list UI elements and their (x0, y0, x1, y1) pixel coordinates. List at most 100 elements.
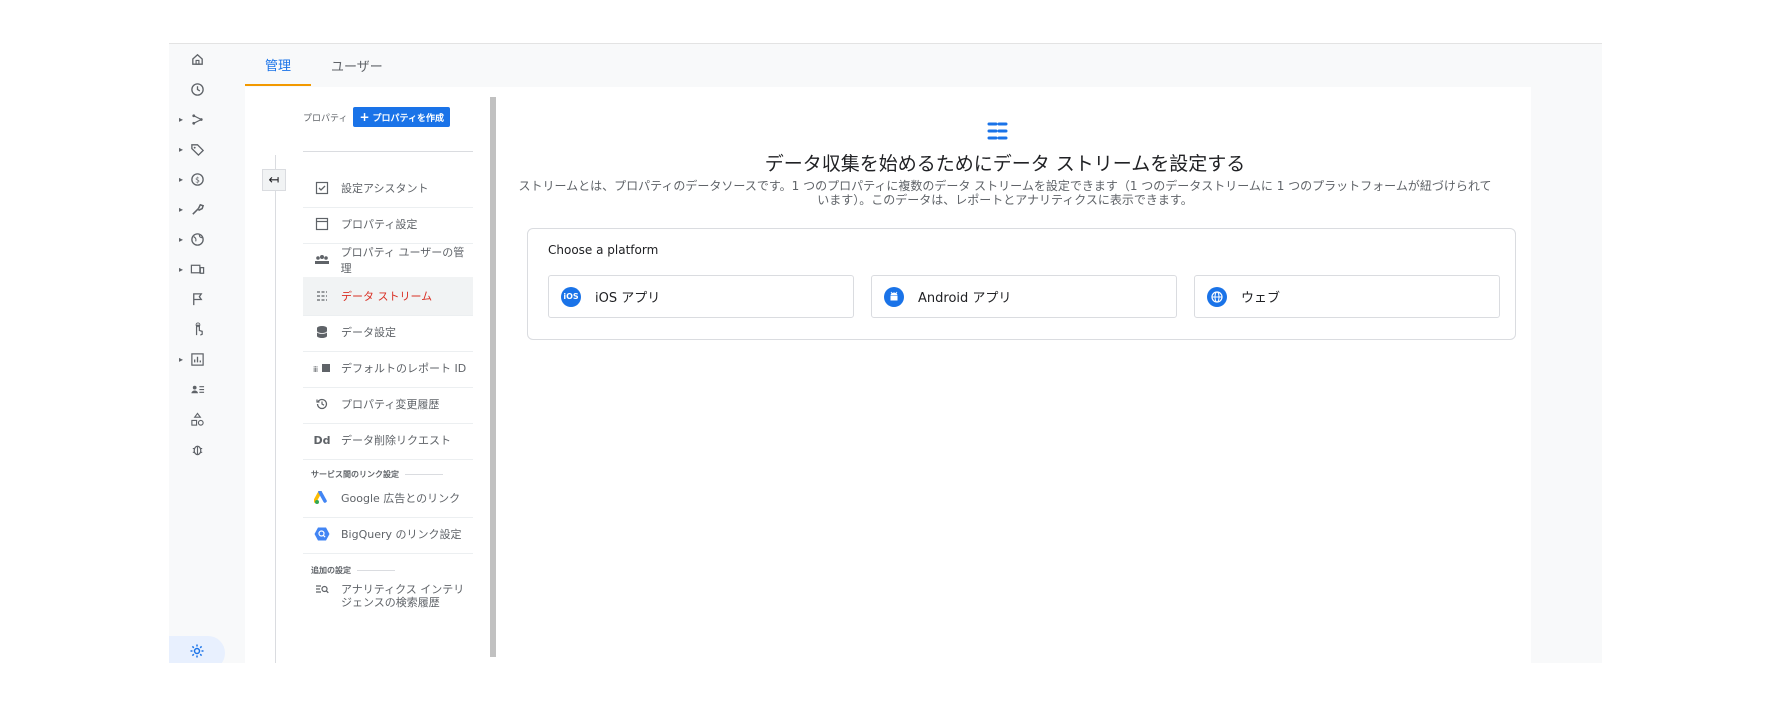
collapse-back-button[interactable]: ↤ (262, 169, 286, 191)
rail-flag[interactable] (169, 284, 245, 314)
rail-tag[interactable]: ▸ (169, 134, 245, 164)
checklist-icon (311, 181, 333, 195)
nav-item-label: Google 広告とのリンク (341, 492, 461, 505)
rail-devices[interactable]: ▸ (169, 254, 245, 284)
nav-item-label: データ ストリーム (341, 290, 433, 303)
web-button[interactable]: ウェブ (1194, 275, 1500, 318)
caret-right-icon: ▸ (179, 114, 184, 124)
nav-item-label: アナリティクス インテリジェンスの検索履歴 (341, 583, 465, 609)
caret-right-icon: ▸ (179, 264, 184, 274)
android-icon (884, 286, 904, 307)
nav-item-analytics-intelligence[interactable]: アナリティクス インテリジェンスの検索履歴 (303, 579, 473, 618)
wrench-icon (188, 200, 206, 218)
section-title-extra: 追加の設定 (311, 565, 395, 576)
rail-report[interactable]: ▸ (169, 344, 245, 374)
nav-item-label: プロパティ変更履歴 (341, 398, 440, 411)
rail-debug[interactable] (169, 434, 245, 464)
property-settings-icon (311, 217, 333, 231)
platform-label: iOS アプリ (595, 291, 661, 306)
nav-item-setup-assistant[interactable]: 設定アシスタント (303, 169, 473, 208)
ios-icon: iOS (561, 286, 581, 307)
create-property-label: プロパティを作成 (372, 113, 444, 124)
shapes-icon (188, 410, 206, 428)
nav-item-label: BigQuery のリンク設定 (341, 528, 462, 541)
web-globe-icon (1207, 286, 1227, 307)
nav-item-change-history[interactable]: プロパティ変更履歴 (303, 385, 473, 424)
section-title-text: 追加の設定 (311, 566, 351, 575)
caret-right-icon: ▸ (179, 354, 184, 364)
nav-scrollbar[interactable] (490, 97, 496, 657)
audience-icon (188, 380, 206, 398)
rail-realtime[interactable] (169, 74, 245, 104)
database-icon (311, 325, 333, 339)
touch-icon (188, 320, 206, 338)
data-streams-panel: データ収集を始めるためにデータ ストリームを設定する ストリームとは、プロパティ… (507, 87, 1531, 663)
devices-icon (188, 260, 206, 278)
nav-divider (303, 151, 473, 152)
clock-icon (188, 80, 206, 98)
ios-app-button[interactable]: iOS iOS アプリ (548, 275, 854, 318)
nav-item-bigquery-link[interactable]: BigQuery のリンク設定 (303, 515, 473, 554)
platform-label: ウェブ (1241, 291, 1281, 306)
data-deletion-icon: Dd (313, 433, 331, 447)
page-title: データ収集を始めるためにデータ ストリームを設定する (764, 153, 1246, 175)
nav-item-label: データ削除リクエスト (341, 434, 451, 447)
property-label: プロパティ (303, 113, 348, 124)
report-icon (188, 350, 206, 368)
rail-home[interactable] (169, 44, 245, 74)
rail-globe[interactable]: ▸ (169, 224, 245, 254)
tab-admin[interactable]: 管理 (245, 44, 312, 86)
rail-monetization[interactable]: ▸ $ (169, 164, 245, 194)
explore-icon (188, 110, 206, 128)
section-divider (357, 570, 395, 571)
rail-explore[interactable]: ▸ (169, 104, 245, 134)
rail-shapes[interactable] (169, 404, 245, 434)
google-ads-icon (311, 491, 333, 505)
globe-icon (188, 230, 206, 248)
back-arrow-icon: ↤ (268, 172, 280, 188)
rail-configure[interactable]: ▸ (169, 194, 245, 224)
tab-users[interactable]: ユーザー (311, 44, 403, 86)
bigquery-icon (311, 526, 333, 542)
admin-settings-button[interactable] (169, 636, 225, 663)
android-app-button[interactable]: Android アプリ (871, 275, 1177, 318)
choose-platform-card: Choose a platform iOS iOS アプリ Android アプ… (527, 228, 1516, 340)
admin-tabs: 管理 ユーザー (245, 44, 403, 86)
data-stream-icon (311, 289, 333, 303)
nav-item-reporting-id[interactable]: ⅲ デフォルトのレポート ID (303, 349, 473, 388)
admin-workspace: ↤ プロパティ + プロパティを作成 設定アシスタント プロパティ設定 プロパテ… (245, 87, 1531, 663)
nav-item-data-deletion[interactable]: Dd データ削除リクエスト (303, 421, 473, 460)
nav-item-label: プロパティ ユーザーの管理 (340, 246, 465, 275)
rail-touch[interactable] (169, 314, 245, 344)
history-icon (311, 397, 333, 411)
svg-text:$: $ (195, 175, 200, 184)
nav-item-data-settings[interactable]: データ設定 (303, 313, 473, 352)
nav-item-label: デフォルトのレポート ID (341, 362, 467, 375)
reporting-id-icon: ⅲ (311, 362, 333, 374)
left-nav-rail: ▸ ▸ ▸ $ ▸ ▸ ▸ ▸ (169, 44, 245, 663)
caret-right-icon: ▸ (179, 144, 184, 154)
plus-icon: + (359, 110, 370, 124)
data-stream-hero-icon (987, 122, 1011, 140)
platform-label: Android アプリ (918, 291, 1012, 306)
nav-item-data-streams[interactable]: データ ストリーム (303, 277, 473, 316)
nav-item-property-users[interactable]: プロパティ ユーザーの管理 (303, 241, 473, 280)
create-property-button[interactable]: + プロパティを作成 (353, 107, 450, 127)
nav-item-label: データ設定 (341, 326, 396, 339)
page-description: ストリームとは、プロパティのデータソースです。1 つのプロパティに複数のデータ … (518, 179, 1492, 207)
nav-item-label: 設定アシスタント (341, 182, 429, 195)
dollar-icon: $ (188, 170, 206, 188)
search-history-icon (311, 583, 333, 597)
flag-icon (188, 290, 206, 308)
nav-item-google-ads-link[interactable]: Google 広告とのリンク (303, 479, 473, 518)
nav-item-property-settings[interactable]: プロパティ設定 (303, 205, 473, 244)
home-icon (188, 50, 206, 68)
property-nav: プロパティ + プロパティを作成 設定アシスタント プロパティ設定 プロパティ … (303, 87, 473, 663)
section-divider (405, 474, 443, 475)
svg-text:ⅲ: ⅲ (313, 365, 318, 374)
nav-item-label: プロパティ設定 (341, 218, 418, 231)
caret-right-icon: ▸ (179, 234, 184, 244)
choose-platform-label: Choose a platform (548, 243, 659, 257)
gear-icon (189, 643, 205, 663)
rail-audience[interactable] (169, 374, 245, 404)
